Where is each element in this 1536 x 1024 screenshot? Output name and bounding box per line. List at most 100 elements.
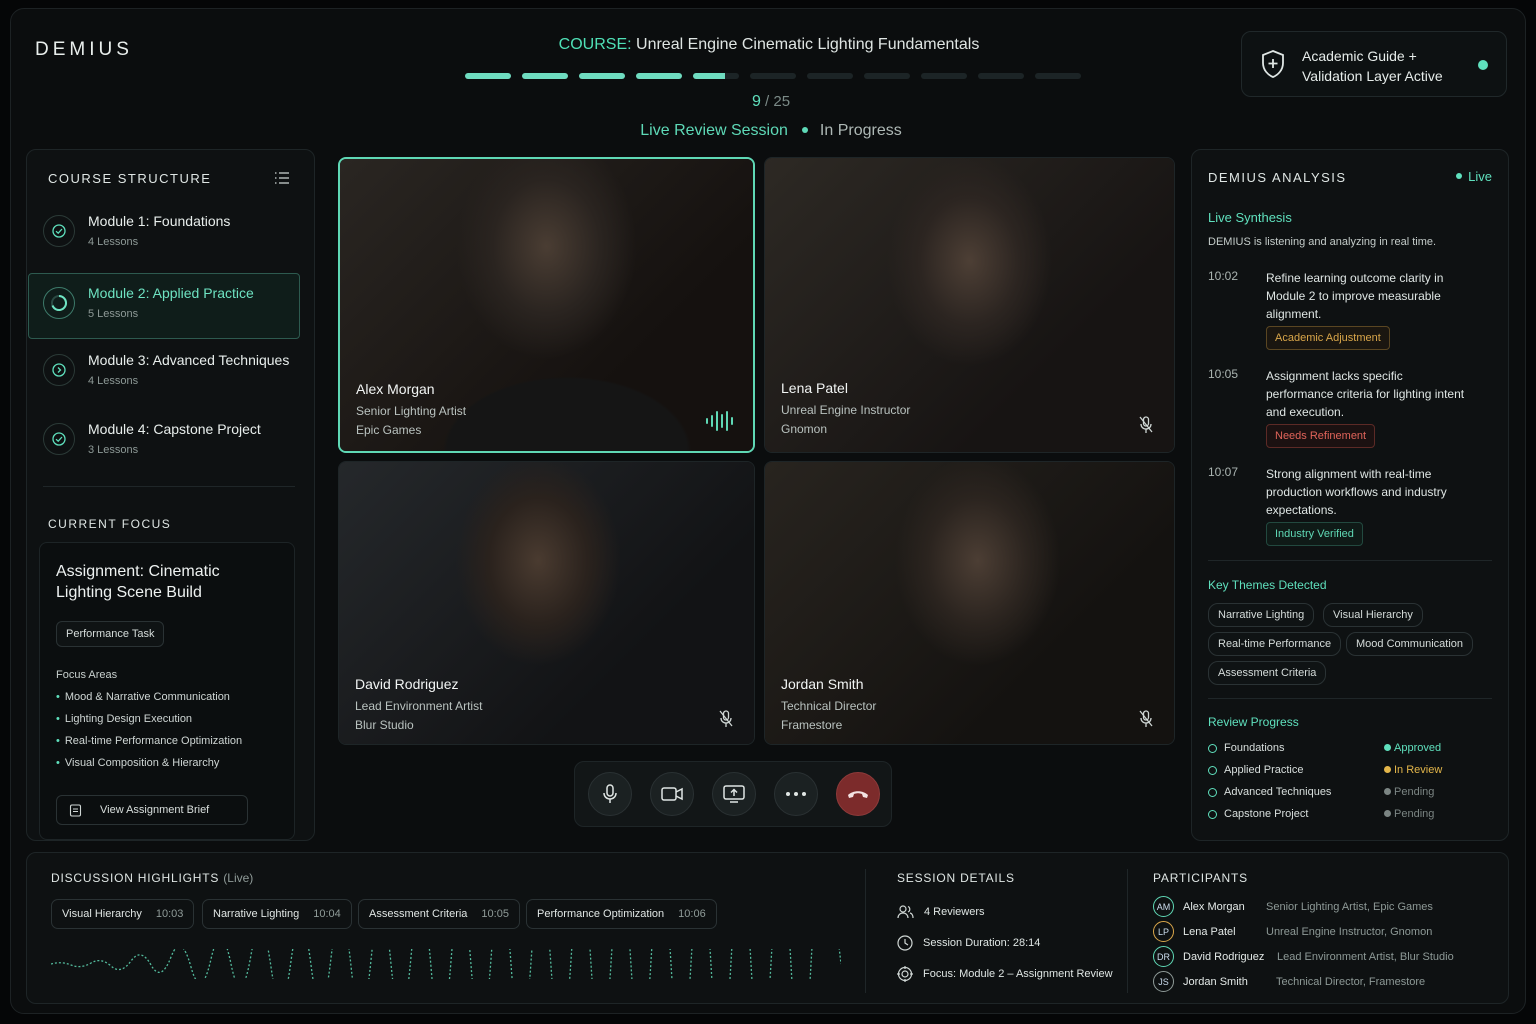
end-call-button[interactable] [836,772,880,816]
participant-name: Alex Morgan [356,381,435,397]
theme-chip[interactable]: Real-time Performance [1208,632,1342,656]
theme-chip[interactable]: Narrative Lighting [1208,603,1315,627]
app-logo: DEMIUS [35,39,133,60]
avatar: LP [1153,921,1174,942]
highlight-chip[interactable]: Visual Hierarchy 10:03 [51,899,195,929]
video-tile-jordan-smith[interactable]: Jordan Smith Technical Director Framesto… [764,461,1175,745]
live-synthesis-title: Live Synthesis [1208,210,1292,225]
module-item-2[interactable]: Module 2: Applied Practice 5 Lessons [28,273,300,339]
assignment-title: Assignment: Cinematic Lighting Scene Bui… [56,563,220,601]
divider [1127,869,1128,993]
divider [43,486,295,487]
target-icon [897,966,913,982]
pending-circle-icon [43,354,75,386]
check-circle-icon [43,215,75,247]
camera-icon [661,787,683,801]
mic-muted-icon [1139,416,1153,433]
participant-row[interactable]: JS Jordan Smith Technical Director, Frames… [1153,971,1493,993]
participant-role: Lead Environment Artist [355,699,483,713]
discussion-highlights-title: DISCUSSION HIGHLIGHTS (Live) [51,871,254,885]
theme-chip[interactable]: Mood Communication [1346,632,1473,656]
divider [865,869,866,993]
list-item: Visual Composition & Hierarchy [56,757,242,779]
demius-analysis-panel: DEMIUS ANALYSIS Live Live Synthesis DEMI… [1191,149,1509,841]
view-assignment-brief-button[interactable]: View Assignment Brief [56,795,248,825]
list-item: Mood & Narrative Communication [56,691,242,713]
microphone-icon [603,784,617,803]
duration-row: Session Duration: 28:14 [897,935,1040,951]
academic-guide-badge[interactable]: Academic Guide + Validation Layer Active [1241,31,1507,97]
screen-share-button[interactable] [712,772,756,816]
app-window: DEMIUS COURSE: Unreal Engine Cinematic L… [10,8,1526,1014]
participant-name: David Rodriguez [355,676,459,692]
video-tile-david-rodriguez[interactable]: David Rodriguez Lead Environment Artist … [338,461,755,745]
participant-role: Technical Director [781,699,877,713]
check-circle-icon [43,423,75,455]
highlight-chip[interactable]: Narrative Lighting 10:04 [202,899,352,929]
document-icon [69,803,82,817]
step-counter: 9 / 25 [751,93,791,110]
call-controls [574,761,892,827]
avatar: AM [1153,896,1174,917]
theme-chip[interactable]: Assessment Criteria [1208,661,1327,685]
avatar: DR [1153,946,1174,967]
course-structure-title: COURSE STRUCTURE [48,171,212,186]
live-indicator: Live [1456,169,1492,184]
mic-muted-icon [1139,710,1153,727]
analysis-title: DEMIUS ANALYSIS [1208,170,1347,185]
shield-plus-icon [1262,50,1284,78]
theme-chip[interactable]: Visual Hierarchy [1323,603,1423,627]
progress-ring-icon [43,287,75,319]
reviewers-row: 4 Reviewers [897,905,985,919]
hang-up-icon [848,791,868,798]
participant-name: Lena Patel [781,380,848,396]
participant-org: Gnomon [781,422,828,436]
review-row: Foundations Approved [1208,742,1492,760]
avatar: JS [1153,971,1174,992]
current-focus-title: CURRENT FOCUS [48,517,172,531]
guide-status-dot [1478,60,1488,70]
highlight-chip[interactable]: Assessment Criteria 10:05 [358,899,520,929]
guide-line-1: Academic Guide + [1302,48,1417,64]
participant-row[interactable]: LP Lena Patel Unreal Engine Instructor, Gn… [1153,921,1493,943]
audio-waveform [51,949,841,979]
module-item-3[interactable]: Module 3: Advanced Techniques 4 Lessons [29,341,299,405]
audio-wave-icon [706,411,733,431]
session-status: Live Review Session In Progress [640,122,902,139]
needs-refinement-tag: Needs Refinement [1266,424,1376,448]
list-icon[interactable] [275,172,289,184]
focus-areas-label: Focus Areas [56,669,118,681]
performance-task-tag: Performance Task [56,621,165,647]
participants-title: PARTICIPANTS [1153,871,1248,885]
users-icon [897,905,914,919]
bottom-panel: DISCUSSION HIGHLIGHTS (Live) Visual Hier… [26,852,1509,1004]
focus-areas-list: Mood & Narrative Communication Lighting … [56,691,242,779]
highlight-chip[interactable]: Performance Optimization 10:06 [526,899,717,929]
key-themes-title: Key Themes Detected [1208,578,1327,592]
list-item: Real-time Performance Optimization [56,735,242,757]
module-item-1[interactable]: Module 1: Foundations 4 Lessons [29,202,299,266]
academic-adjustment-tag: Academic Adjustment [1266,326,1390,350]
focus-row: Focus: Module 2 – Assignment Review [897,966,1113,982]
participant-role: Unreal Engine Instructor [781,403,911,417]
screen-share-icon [723,785,745,803]
participant-row[interactable]: AM Alex Morgan Senior Lighting Artist, Epi… [1153,896,1493,918]
camera-button[interactable] [650,772,694,816]
list-item: Lighting Design Execution [56,713,242,735]
course-structure-panel: COURSE STRUCTURE Module 1: Foundations 4 … [26,149,315,841]
live-synthesis-subtitle: DEMIUS is listening and analyzing in rea… [1208,236,1437,248]
divider [1208,560,1492,561]
more-options-button[interactable] [774,772,818,816]
session-details-title: SESSION DETAILS [897,871,1015,885]
participant-row[interactable]: DR David Rodriguez Lead Environment Artist… [1153,946,1493,968]
review-row: Capstone Project Pending [1208,808,1492,826]
participant-role: Senior Lighting Artist [356,404,467,418]
video-tile-lena-patel[interactable]: Lena Patel Unreal Engine Instructor Gnom… [764,157,1175,453]
mic-muted-icon [719,710,733,727]
review-progress-title: Review Progress [1208,715,1299,729]
microphone-button[interactable] [588,772,632,816]
module-item-4[interactable]: Module 4: Capstone Project 3 Lessons [29,410,299,474]
video-tile-alex-morgan[interactable]: Alex Morgan Senior Lighting Artist Epic … [338,157,755,453]
review-row: Advanced Techniques Pending [1208,786,1492,804]
participant-org: Epic Games [356,423,422,437]
